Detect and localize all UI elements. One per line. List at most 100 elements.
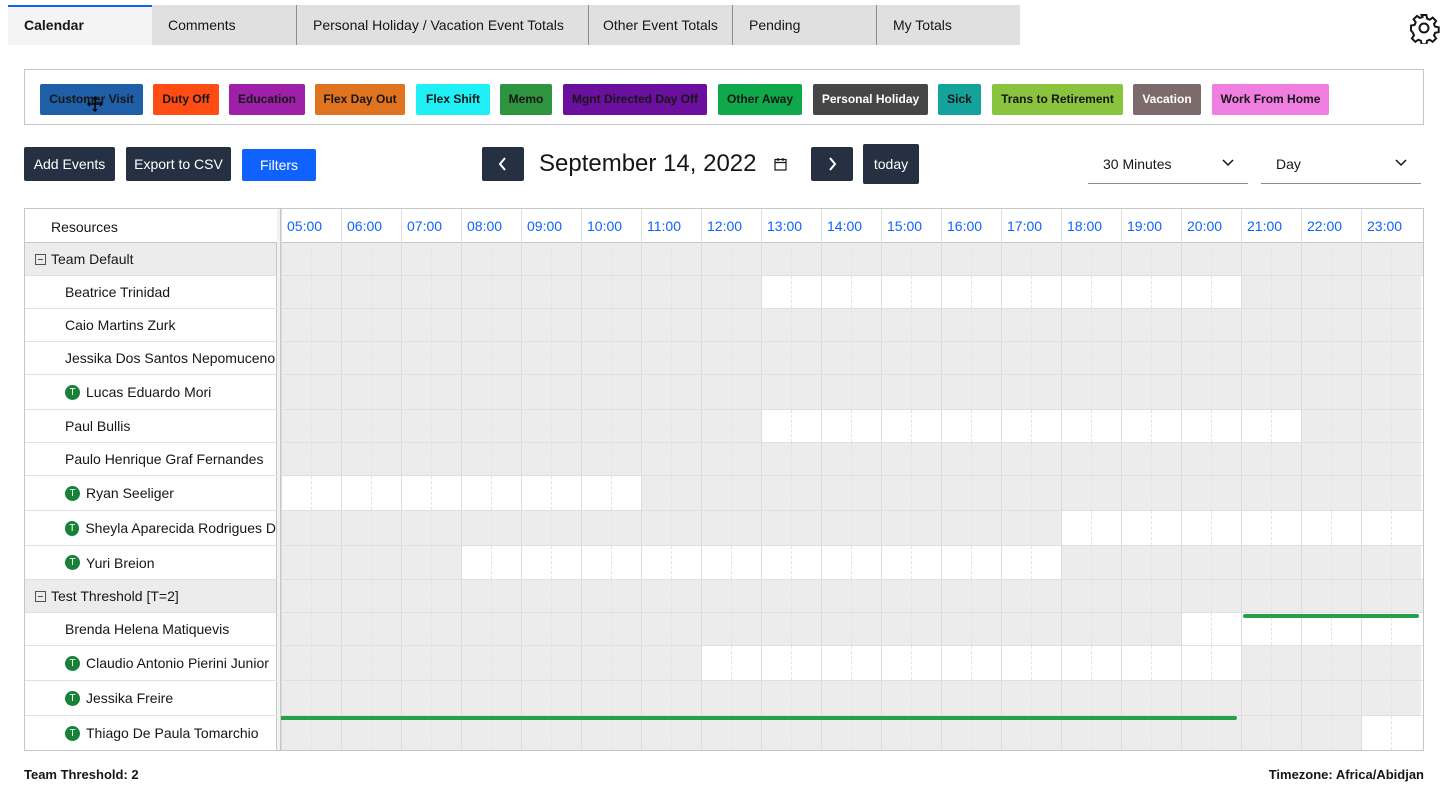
resource-name: Paul Bullis [65,418,131,434]
half-hour-gridline [1211,511,1212,545]
half-hour-gridline [1091,681,1092,715]
legend-work-from-home[interactable]: Work From Home [1212,84,1329,115]
column-resize-handle[interactable] [277,209,281,750]
resource-name: Sheyla Aparecida Rodrigues D [85,520,276,536]
half-hour-gridline [731,443,732,475]
schedule-lane[interactable] [281,443,1423,475]
half-hour-gridline [1151,511,1152,545]
threshold-badge-icon: T [65,384,80,400]
schedule-lane[interactable] [281,613,1423,645]
hour-gridline [821,511,822,545]
previous-day-button[interactable] [482,147,524,181]
legend-mgnt-directed-day-off[interactable]: Mgnt Directed Day Off [563,84,707,115]
tab-personal-holiday-vacation-totals[interactable]: Personal Holiday / Vacation Event Totals [296,5,588,45]
legend-flex-day-out[interactable]: Flex Day Out [315,84,405,115]
schedule-lane[interactable] [281,276,1423,308]
schedule-lane[interactable] [281,546,1423,579]
hour-gridline [1181,410,1182,442]
current-date-title: September 14, 2022 [539,150,757,177]
half-hour-gridline [371,580,372,612]
half-hour-gridline [611,375,612,409]
half-hour-gridline [431,375,432,409]
hour-gridline [1061,716,1062,750]
tab-comments[interactable]: Comments [152,5,296,45]
tab-other-event-totals[interactable]: Other Event Totals [588,5,732,45]
half-hour-gridline [671,476,672,510]
schedule-lane[interactable] [281,309,1423,341]
tab-my-totals[interactable]: My Totals [876,5,1020,45]
settings-gear-icon[interactable] [1408,12,1440,44]
half-hour-gridline [551,681,552,715]
export-csv-button[interactable]: Export to CSV [126,147,231,181]
hour-gridline [641,580,642,612]
half-hour-gridline [1031,476,1032,510]
hour-gridline [461,546,462,579]
legend-education[interactable]: Education [229,84,305,115]
half-hour-gridline [551,580,552,612]
schedule-lane[interactable] [281,375,1423,409]
hour-gridline [761,443,762,475]
half-hour-gridline [1211,646,1212,680]
view-select[interactable]: Day [1261,147,1421,184]
half-hour-gridline [1211,681,1212,715]
hour-gridline [461,309,462,341]
half-hour-gridline [1391,476,1392,510]
tab-pending[interactable]: Pending [732,5,876,45]
schedule-lane[interactable] [281,681,1423,715]
schedule-lane[interactable] [281,580,1423,612]
hour-gridline [641,646,642,680]
hour-gridline [581,410,582,442]
half-hour-gridline [911,613,912,645]
legend-personal-holiday[interactable]: Personal Holiday [813,84,928,115]
schedule-lane[interactable] [281,243,1423,275]
hour-gridline [1361,342,1362,374]
half-hour-gridline [1031,613,1032,645]
legend-trans-to-retirement[interactable]: Trans to Retirement [992,84,1123,115]
hour-gridline [821,646,822,680]
legend-other-away[interactable]: Other Away [718,84,802,115]
hour-gridline [1241,476,1242,510]
hour-label: 21:00 [1241,209,1301,243]
hour-gridline [761,276,762,308]
half-hour-gridline [371,546,372,579]
event-bar[interactable] [277,716,1237,720]
schedule-lane[interactable] [281,342,1423,374]
half-hour-gridline [551,546,552,579]
collapse-group-icon[interactable] [35,590,46,602]
legend-vacation[interactable]: Vacation [1133,84,1201,115]
half-hour-gridline [371,309,372,341]
collapse-group-icon[interactable] [35,253,46,265]
half-hour-gridline [731,276,732,308]
add-events-button[interactable]: Add Events [24,147,115,181]
hour-gridline [341,375,342,409]
schedule-lane[interactable] [281,511,1423,545]
hour-gridline [521,476,522,510]
hour-gridline [941,410,942,442]
calendar-icon[interactable] [774,157,787,171]
interval-select[interactable]: 30 Minutes [1088,147,1248,184]
schedule-lane[interactable] [281,476,1423,510]
half-hour-gridline [1271,342,1272,374]
today-button[interactable]: today [863,144,919,184]
schedule-lane[interactable] [281,410,1423,442]
resource-name-cell: T Sheyla Aparecida Rodrigues D [25,511,277,545]
hour-gridline [341,276,342,308]
tab-calendar[interactable]: Calendar [8,5,152,45]
legend-duty-off[interactable]: Duty Off [153,84,219,115]
hour-gridline [1061,681,1062,715]
hour-label: 10:00 [581,209,641,243]
legend-flex-shift[interactable]: Flex Shift [416,84,490,115]
event-bar[interactable] [1243,614,1419,618]
half-hour-gridline [611,410,612,442]
legend-memo[interactable]: Memo [500,84,552,115]
hour-gridline [1361,681,1362,715]
schedule-lane[interactable] [281,646,1423,680]
half-hour-gridline [1211,342,1212,374]
filters-button[interactable]: Filters [242,149,316,181]
legend-sick[interactable]: Sick [938,84,981,115]
hour-gridline [941,613,942,645]
next-day-button[interactable] [811,147,853,181]
hour-gridline [401,476,402,510]
schedule-lane[interactable] [277,716,1423,750]
half-hour-gridline [611,276,612,308]
